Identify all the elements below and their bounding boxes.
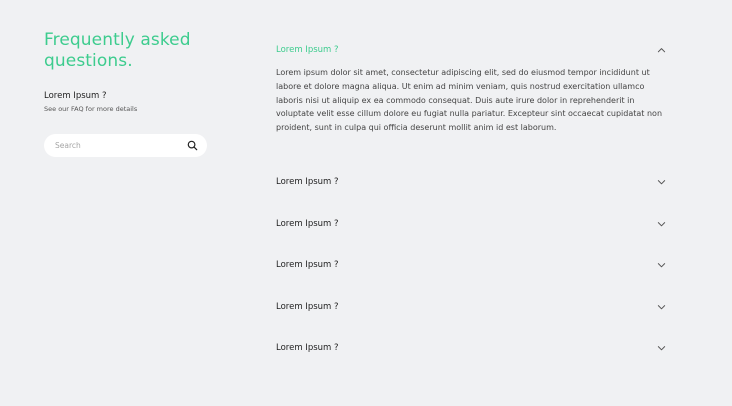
faq-question-text: Lorem Ipsum ? [276,45,339,55]
faq-question-toggle[interactable]: Lorem Ipsum ? [276,172,666,192]
faq-question-text: Lorem Ipsum ? [276,218,339,229]
page-title: Frequently asked questions. [44,30,191,71]
faq-item-open: Lorem Ipsum ? Lorem ipsum dolor sit amet… [276,40,666,135]
faq-item: Lorem Ipsum ? [276,338,666,380]
search-input[interactable] [44,134,174,157]
faq-item: Lorem Ipsum ? [276,255,666,297]
faq-question-text: Lorem Ipsum ? [276,343,339,353]
faq-item: Lorem Ipsum ? [276,172,666,214]
chevron-down-icon [657,346,666,351]
faq-question-toggle[interactable]: Lorem Ipsum ? [276,297,666,317]
faq-question-toggle[interactable]: Lorem Ipsum ? [276,40,666,60]
faq-list-collapsed: Lorem Ipsum ? Lorem Ipsum ? Lorem Ipsum … [276,172,666,380]
faq-item: Lorem Ipsum ? [276,214,666,256]
search-box [44,134,207,157]
faq-list-open: Lorem Ipsum ? Lorem ipsum dolor sit amet… [276,40,666,135]
faq-question-toggle[interactable]: Lorem Ipsum ? [276,214,666,234]
sidebar-subtext: See our FAQ for more details [44,105,138,113]
faq-sidebar: Frequently asked questions. Lorem Ipsum … [44,30,214,114]
faq-question-text: Lorem Ipsum ? [276,177,339,187]
faq-question-toggle[interactable]: Lorem Ipsum ? [276,255,666,275]
chevron-up-icon [657,48,666,53]
chevron-down-icon [657,263,666,268]
search-icon[interactable] [187,140,198,151]
faq-item: Lorem Ipsum ? [276,297,666,339]
sidebar-subhead: Lorem Ipsum ? [44,91,107,101]
faq-question-toggle[interactable]: Lorem Ipsum ? [276,338,666,358]
faq-question-text: Lorem Ipsum ? [276,260,339,270]
chevron-down-icon [657,221,666,226]
chevron-down-icon [657,180,666,185]
chevron-down-icon [657,304,666,309]
faq-question-text: Lorem Ipsum ? [276,301,339,312]
faq-answer: Lorem ipsum dolor sit amet, consectetur … [276,68,663,133]
